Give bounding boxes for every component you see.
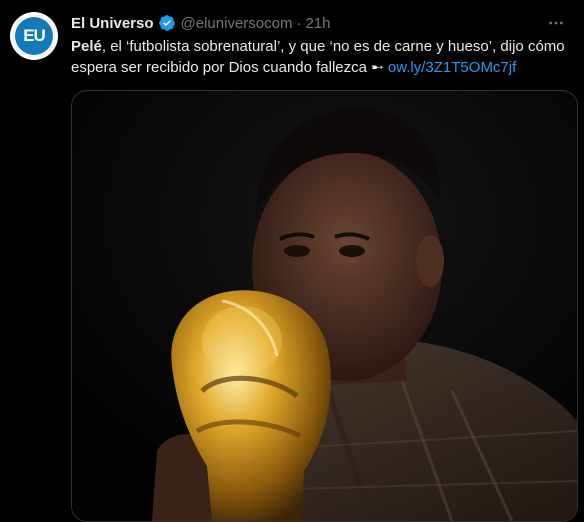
avatar[interactable]: EU xyxy=(10,12,58,60)
avatar-text: EU xyxy=(23,26,46,45)
tweet-text-bold: Pelé xyxy=(71,38,102,55)
author-name[interactable]: El Universo xyxy=(71,15,154,32)
avatar-logo: EU xyxy=(13,15,55,57)
tweet-media-photo[interactable] xyxy=(71,90,578,522)
photo-illustration xyxy=(72,91,577,521)
tweet-link[interactable]: ow.ly/3Z1T5OMc7jf xyxy=(388,59,516,76)
tweet[interactable]: EU El Universo @eluniversocom · 21h Pelé… xyxy=(0,0,584,522)
tweet-text: Pelé, el ‘futbolista sobrenatural’, y qu… xyxy=(71,36,571,78)
more-horizontal-icon[interactable] xyxy=(542,12,570,34)
author-handle[interactable]: @eluniversocom xyxy=(181,15,293,32)
separator-dot: · xyxy=(296,14,302,32)
more-dots-glyph xyxy=(549,21,563,25)
verified-badge-icon xyxy=(158,15,175,31)
timestamp[interactable]: 21h xyxy=(305,15,330,32)
tweet-header: El Universo @eluniversocom · 21h xyxy=(71,12,570,34)
